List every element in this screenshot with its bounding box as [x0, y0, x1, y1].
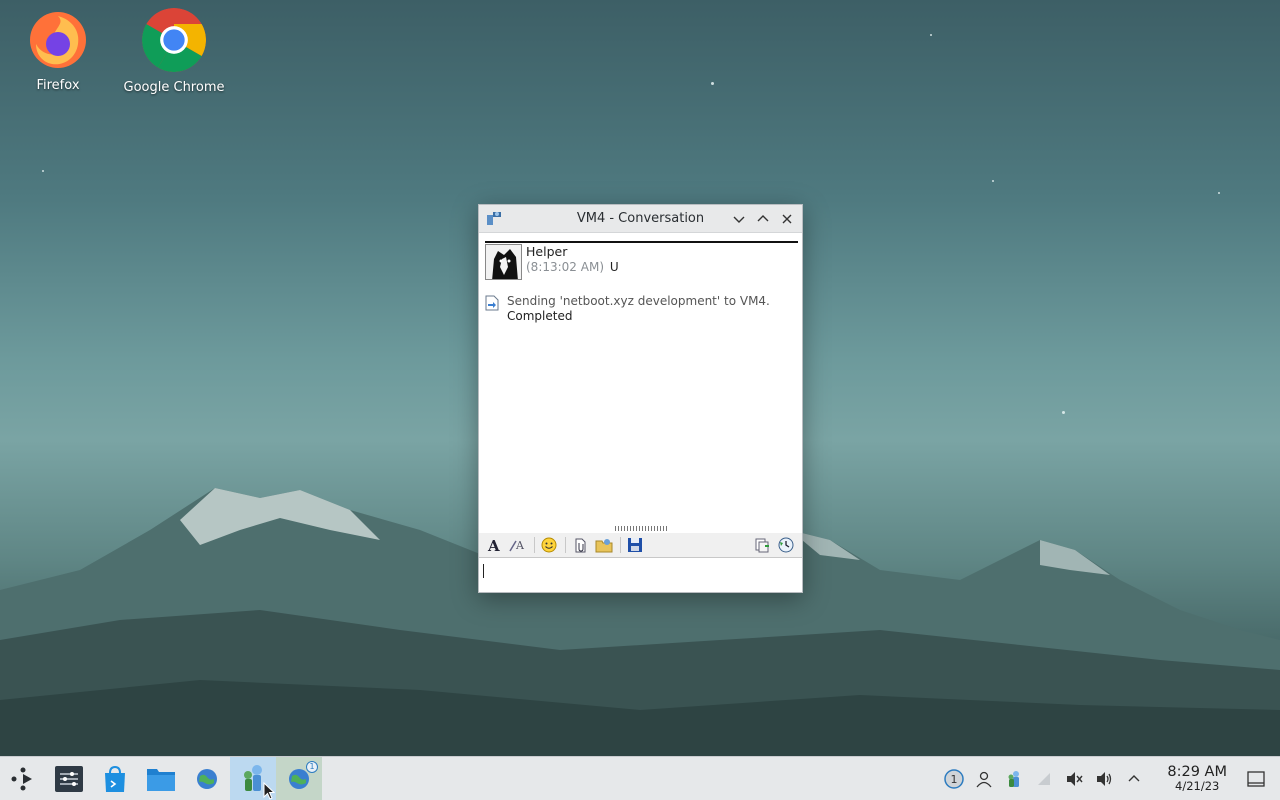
maximize-button[interactable]: [754, 210, 772, 228]
star: [930, 34, 932, 36]
app-badge: 1: [306, 760, 318, 773]
svg-text:A: A: [487, 537, 500, 553]
star: [1062, 411, 1065, 414]
kopete-tray-icon: [1008, 770, 1020, 787]
smiley-icon: [541, 537, 557, 553]
chevron-up-icon: [1128, 774, 1140, 781]
kopete-app-icon: [487, 211, 501, 225]
file-transfer-notice: Sending 'netboot.xyz development' to VM4…: [485, 294, 798, 324]
notification-count-icon: 1: [944, 768, 965, 789]
sender-name: Helper: [526, 244, 568, 259]
chrome-label: Google Chrome: [123, 80, 225, 95]
font-icon: A: [487, 537, 500, 553]
close-icon: [782, 214, 792, 223]
network-icon: [197, 768, 217, 789]
network-tray-button[interactable]: [1032, 767, 1056, 791]
font-color-icon: A: [509, 539, 525, 552]
chrome-desktop-icon[interactable]: Google Chrome: [119, 8, 229, 95]
dog-avatar-icon: [486, 245, 521, 279]
firefox-icon: [30, 12, 86, 68]
volume-button[interactable]: [1092, 767, 1116, 791]
star: [42, 170, 44, 172]
app-launcher-icon: [11, 767, 32, 790]
attach-icon: [575, 538, 586, 553]
show-desktop-icon: [1247, 770, 1265, 787]
speaker-muted-icon: [1067, 771, 1083, 786]
file-manager-task-button[interactable]: [138, 757, 184, 800]
message-meta: (8:13:02 AM) U: [526, 260, 619, 274]
star: [711, 82, 714, 85]
show-desktop-button[interactable]: [1244, 767, 1268, 791]
toolbar-separator: [565, 537, 566, 553]
window-titlebar[interactable]: VM4 - Conversation: [479, 205, 802, 233]
text-caret: [483, 564, 484, 578]
firefox-desktop-icon[interactable]: Firefox: [3, 10, 113, 93]
clock[interactable]: 8:29 AM 4/21/23: [1167, 764, 1227, 793]
notification-count-button[interactable]: 1: [942, 767, 966, 791]
network-task-button[interactable]: [184, 757, 230, 800]
file-transfer-status: Completed: [507, 309, 573, 323]
chat-history[interactable]: Helper (8:13:02 AM) U Sending 'netboot.x…: [485, 241, 798, 521]
message-input[interactable]: [479, 557, 802, 592]
user-status-button[interactable]: [972, 767, 996, 791]
send-file-button[interactable]: [594, 535, 614, 555]
file-transfer-icon: [485, 295, 499, 311]
attach-button[interactable]: [570, 535, 590, 555]
font-color-button[interactable]: A: [508, 535, 528, 555]
kopete-grouped-task-button[interactable]: 1: [276, 756, 322, 800]
save-button[interactable]: [625, 535, 645, 555]
discover-icon: [105, 765, 125, 792]
toolbar-separator: [620, 537, 621, 553]
message-divider: [485, 241, 798, 243]
firefox-label: Firefox: [36, 78, 80, 93]
settings-task-button[interactable]: [46, 757, 92, 800]
clock-time: 8:29 AM: [1167, 764, 1227, 780]
chevron-up-icon: [757, 214, 769, 221]
app-launcher-button[interactable]: [0, 757, 46, 800]
chrome-icon: [141, 8, 207, 73]
tray-expander-button[interactable]: [1122, 767, 1146, 791]
discover-task-button[interactable]: [92, 757, 138, 800]
clock-date: 4/21/23: [1175, 779, 1220, 793]
font-button[interactable]: A: [484, 535, 504, 555]
volume-icon: [1097, 771, 1112, 786]
message-header: Helper (8:13:02 AM) U: [485, 244, 798, 280]
minimize-button[interactable]: [730, 210, 748, 228]
user-icon: [976, 771, 992, 787]
file-transfer-text: Sending 'netboot.xyz development' to VM4…: [507, 294, 770, 308]
mouse-cursor-icon: [263, 782, 275, 800]
format-toolbar: A A: [479, 533, 802, 557]
history-icon: [778, 537, 794, 553]
network-tray-icon: [1038, 772, 1051, 785]
smiley-button[interactable]: [539, 535, 559, 555]
history-button[interactable]: [776, 535, 796, 555]
settings-icon: [55, 765, 83, 792]
copy-button[interactable]: [752, 535, 772, 555]
chevron-down-icon: [733, 216, 745, 223]
mute-button[interactable]: [1062, 767, 1086, 791]
save-icon: [628, 538, 642, 552]
message-flag: U: [609, 260, 619, 274]
system-tray: 1 8:29 AM 4/21/23: [939, 764, 1280, 793]
copy-icon: [755, 538, 769, 553]
message-timestamp: (8:13:02 AM): [526, 260, 604, 274]
star: [992, 180, 994, 182]
svg-text:A: A: [515, 539, 525, 552]
kopete-tray-button[interactable]: [1002, 767, 1026, 791]
tray-badge-text: 1: [951, 773, 958, 786]
avatar: [485, 244, 522, 280]
close-button[interactable]: [778, 210, 796, 228]
toolbar-separator: [534, 537, 535, 553]
splitter-handle[interactable]: [615, 526, 669, 531]
send-file-icon: [595, 539, 613, 553]
conversation-window: VM4 - Conversation Helper (8:13:02 AM) U…: [478, 204, 803, 593]
taskbar: 1 1 8:29 AM 4/21/23: [0, 756, 1280, 800]
star: [1218, 192, 1220, 194]
file-manager-icon: [147, 768, 175, 791]
